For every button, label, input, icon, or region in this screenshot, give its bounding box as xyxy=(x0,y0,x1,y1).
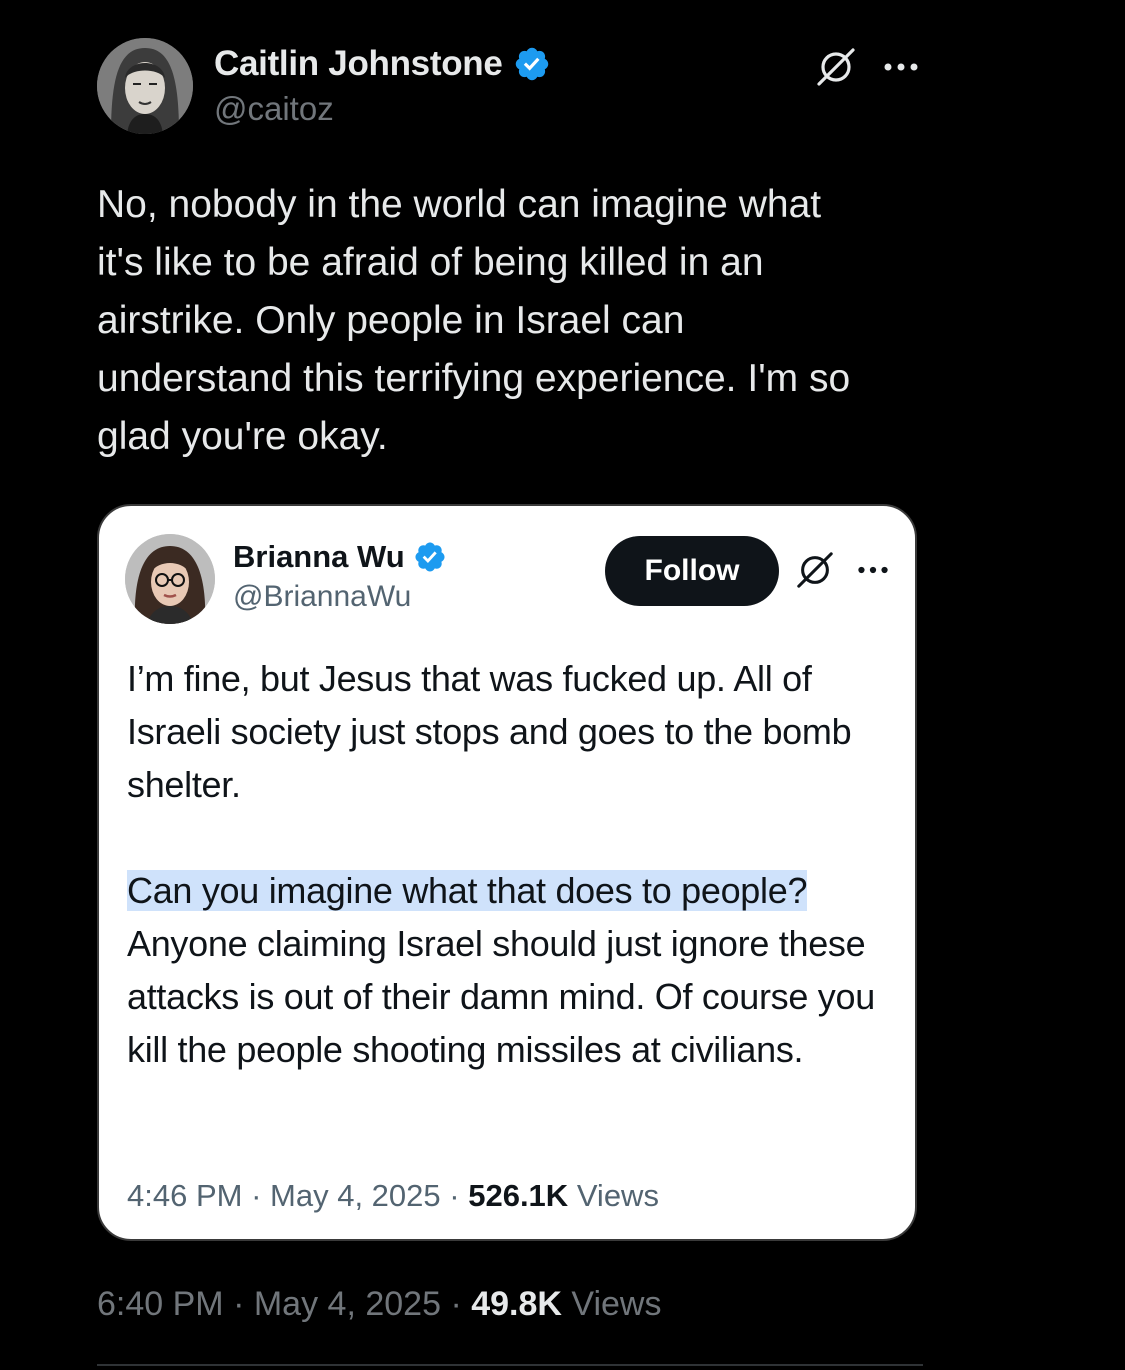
quoted-avatar-photo-icon xyxy=(125,534,215,624)
grok-icon[interactable] xyxy=(815,46,857,88)
meta-separator: · xyxy=(450,1285,462,1323)
tweet-header-actions xyxy=(815,46,919,88)
quoted-views-label: Views xyxy=(576,1178,659,1213)
tweet-header: Caitlin Johnstone @caitoz xyxy=(97,38,927,138)
quoted-avatar[interactable] xyxy=(125,534,215,624)
quoted-author-display-name[interactable]: Brianna Wu xyxy=(233,539,405,575)
more-options-icon[interactable] xyxy=(883,62,919,72)
quoted-paragraph-2-rest: Anyone claiming Israel should just ignor… xyxy=(127,923,875,1070)
highlighted-text: Can you imagine what that does to people… xyxy=(127,870,808,911)
tweet: Caitlin Johnstone @caitoz No, nobody in … xyxy=(97,38,927,1324)
quoted-grok-icon[interactable] xyxy=(795,550,835,590)
quoted-tweet-meta: 4:46 PM · May 4, 2025 · 526.1K Views xyxy=(127,1178,659,1214)
quoted-header-actions xyxy=(795,550,889,590)
author-name-row[interactable]: Caitlin Johnstone xyxy=(214,42,551,86)
quoted-paragraph-1: I’m fine, but Jesus that was fucked up. … xyxy=(127,658,852,805)
quoted-views-count: 526.1K xyxy=(468,1178,569,1213)
avatar-illustration-icon xyxy=(97,38,193,134)
quoted-tweet[interactable]: Brianna Wu @BriannaWu Follow I’m fine, b… xyxy=(97,504,917,1241)
quoted-author-handle[interactable]: @BriannaWu xyxy=(233,580,447,614)
tweet-text: No, nobody in the world can imagine what… xyxy=(97,183,851,458)
avatar[interactable] xyxy=(97,38,193,134)
meta-separator: · xyxy=(449,1178,460,1213)
meta-separator: · xyxy=(233,1285,245,1323)
tweet-meta: 6:40 PM · May 4, 2025 · 49.8K Views xyxy=(97,1285,927,1324)
quoted-author-block: Brianna Wu @BriannaWu xyxy=(233,536,447,614)
views-label: Views xyxy=(571,1285,662,1323)
views-count[interactable]: 49.8K xyxy=(471,1285,562,1323)
quoted-more-options-icon[interactable] xyxy=(857,565,889,575)
author-handle[interactable]: @caitoz xyxy=(214,90,551,128)
meta-separator: · xyxy=(251,1178,262,1213)
verified-badge-icon xyxy=(513,45,551,83)
quoted-tweet-text: I’m fine, but Jesus that was fucked up. … xyxy=(127,652,897,1076)
tweet-date[interactable]: May 4, 2025 xyxy=(254,1285,441,1323)
quoted-tweet-time[interactable]: 4:46 PM xyxy=(127,1178,242,1213)
author-block: Caitlin Johnstone @caitoz xyxy=(214,42,551,128)
author-display-name[interactable]: Caitlin Johnstone xyxy=(214,44,503,84)
follow-button[interactable]: Follow xyxy=(605,536,779,606)
tweet-time[interactable]: 6:40 PM xyxy=(97,1285,224,1323)
quoted-tweet-date[interactable]: May 4, 2025 xyxy=(270,1178,441,1213)
quoted-verified-badge-icon xyxy=(413,540,447,574)
quoted-author-name-row[interactable]: Brianna Wu xyxy=(233,536,447,578)
quoted-paragraph-2: Can you imagine what that does to people… xyxy=(127,864,897,1076)
divider xyxy=(97,1364,923,1366)
